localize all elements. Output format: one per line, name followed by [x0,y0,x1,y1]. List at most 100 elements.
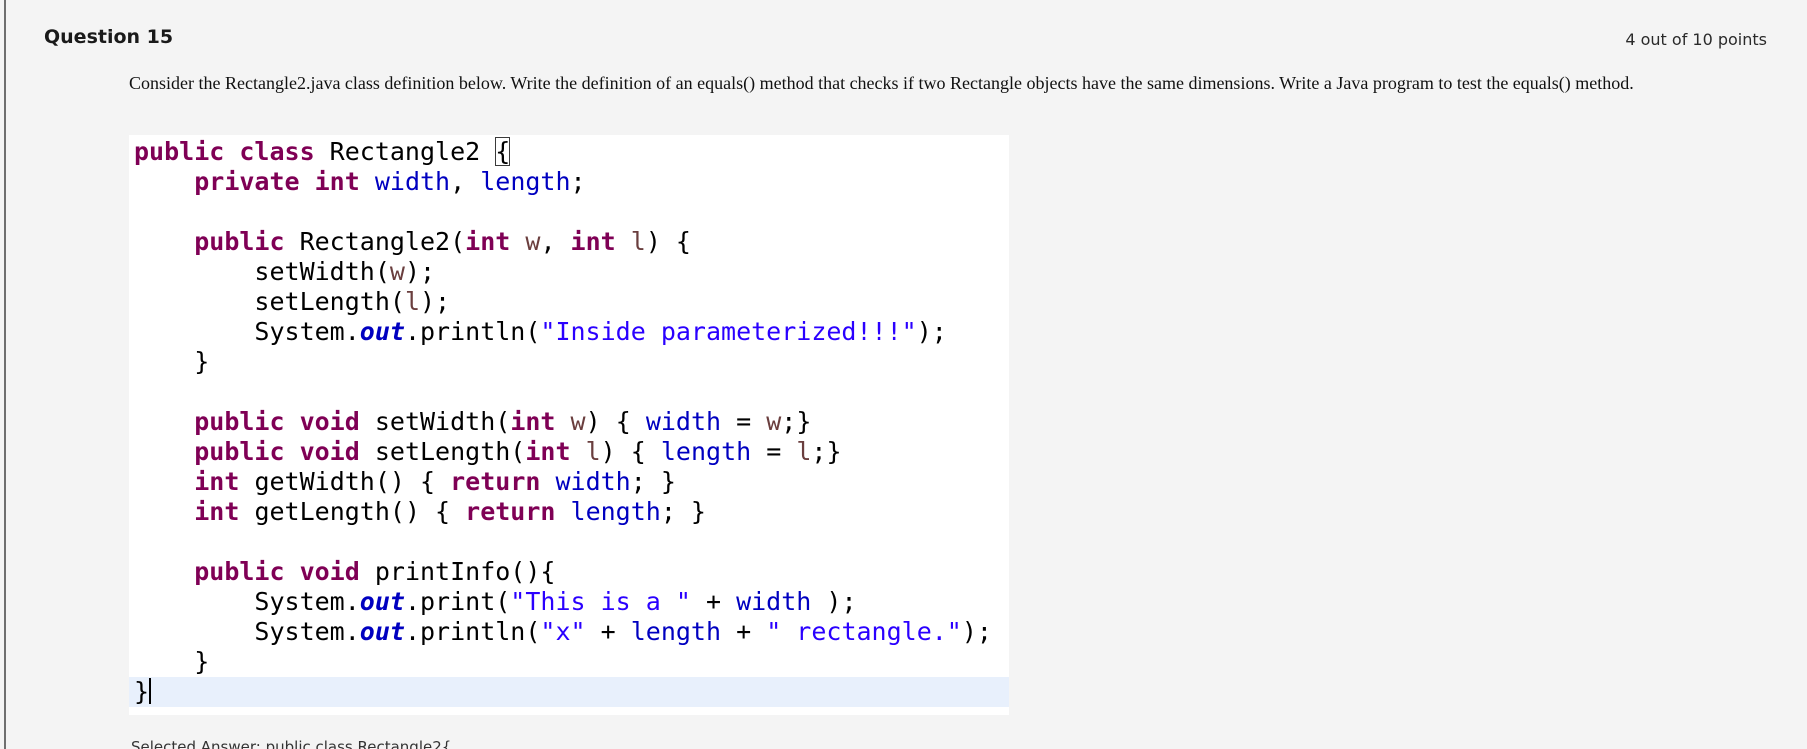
code-token: l [585,437,601,466]
code-token: out [359,587,405,616]
code-line: public void setWidth(int w) { width = w;… [134,407,811,437]
code-token: private int [194,167,375,196]
code-token: width [736,587,812,616]
code-token: public void [194,557,375,586]
code-token: width [374,167,451,196]
code-token: w [525,227,541,256]
code-token: int [525,437,586,466]
code-token: "Inside parameterized!!!" [540,317,917,346]
content-left-border [4,0,6,749]
code-token: = [721,407,767,436]
code-token: public [194,227,300,256]
code-token: ) { [645,227,691,256]
code-token: w [389,257,405,286]
code-token: ; [570,167,586,196]
code-token: + [690,587,737,616]
code-token: out [359,617,405,646]
code-line: int getLength() { return length; } [134,497,706,527]
code-token: length [660,437,752,466]
code-line: public class Rectangle2 { [134,137,511,167]
code-token: return [450,467,556,496]
code-token: out [359,317,405,346]
code-token: ); [916,317,947,346]
selected-answer: Selected Answer: public class Rectangle2… [131,738,452,749]
code-token: int [510,407,571,436]
code-token: int [465,227,526,256]
code-token: int [194,497,255,526]
text-caret [149,678,152,704]
code-token: width [645,407,722,436]
code-token: ); [404,257,436,286]
code-token: setLength( [374,437,526,466]
code-token: getWidth() { [254,467,451,496]
question-header: Question 15 4 out of 10 points [44,22,1767,52]
code-token: "x" [540,617,586,646]
code-token: "This is a " [510,587,691,616]
code-token: ;} [811,437,842,466]
code-token: ;} [781,407,812,436]
code-token: ); [420,287,451,316]
code-token: length [570,497,661,526]
code-line: public Rectangle2(int w, int l) { [134,227,691,257]
code-token: ); [961,617,992,646]
code-token: , [450,167,481,196]
code-token: w [570,407,586,436]
code-token: public void [194,437,375,466]
code-token: + [585,617,631,646]
code-token: Rectangle2 [329,137,496,166]
code-token: + [721,617,767,646]
code-line: setLength(l); [134,287,450,317]
code-token: public void [194,407,375,436]
code-image: public class Rectangle2 { private int wi… [129,135,1009,715]
code-token: System. [134,617,360,646]
code-token: length [480,167,571,196]
code-token: System. [134,317,360,346]
code-line: private int width, length; [134,167,586,197]
code-line: public void printInfo(){ [134,557,555,587]
question-prompt: Consider the Rectangle2.java class defin… [129,73,1634,93]
code-token: l [404,287,420,316]
code-line: System.out.println("x" + length + " rect… [134,617,992,647]
code-token: } [134,347,210,376]
code-token: length [630,617,722,646]
code-token: ; } [630,467,676,496]
code-line: System.out.println("Inside parameterized… [134,317,947,347]
code-token: l [630,227,646,256]
code-token: , [540,227,571,256]
code-token: .print( [404,587,511,616]
code-token: int [194,467,255,496]
code-token: return [465,497,571,526]
code-line: int getWidth() { return width; } [134,467,676,497]
code-token: } [134,647,210,676]
code-token: " rectangle." [766,617,962,646]
code-token: public class [134,137,330,166]
code-line: public void setLength(int l) { length = … [134,437,842,467]
code-token: int [570,227,631,256]
code-token: l [796,437,812,466]
code-line: } [129,677,1009,707]
code-line: setWidth(w); [134,257,435,287]
code-token: = [751,437,797,466]
code-token: w [766,407,782,436]
code-token: Rectangle2( [299,227,466,256]
code-token: setWidth( [374,407,511,436]
code-token: .println( [404,617,541,646]
code-token: ) { [585,407,646,436]
code-token: setLength( [134,287,405,316]
code-line: } [134,647,209,677]
question-points: 4 out of 10 points [1625,30,1767,49]
code-line: System.out.print("This is a " + width ); [134,587,857,617]
code-token: ); [811,587,857,616]
code-token: { [495,137,511,166]
code-token: ) { [600,437,661,466]
code-token: getLength() { [254,497,466,526]
code-token: ; } [660,497,706,526]
code-token: setWidth( [134,257,390,286]
